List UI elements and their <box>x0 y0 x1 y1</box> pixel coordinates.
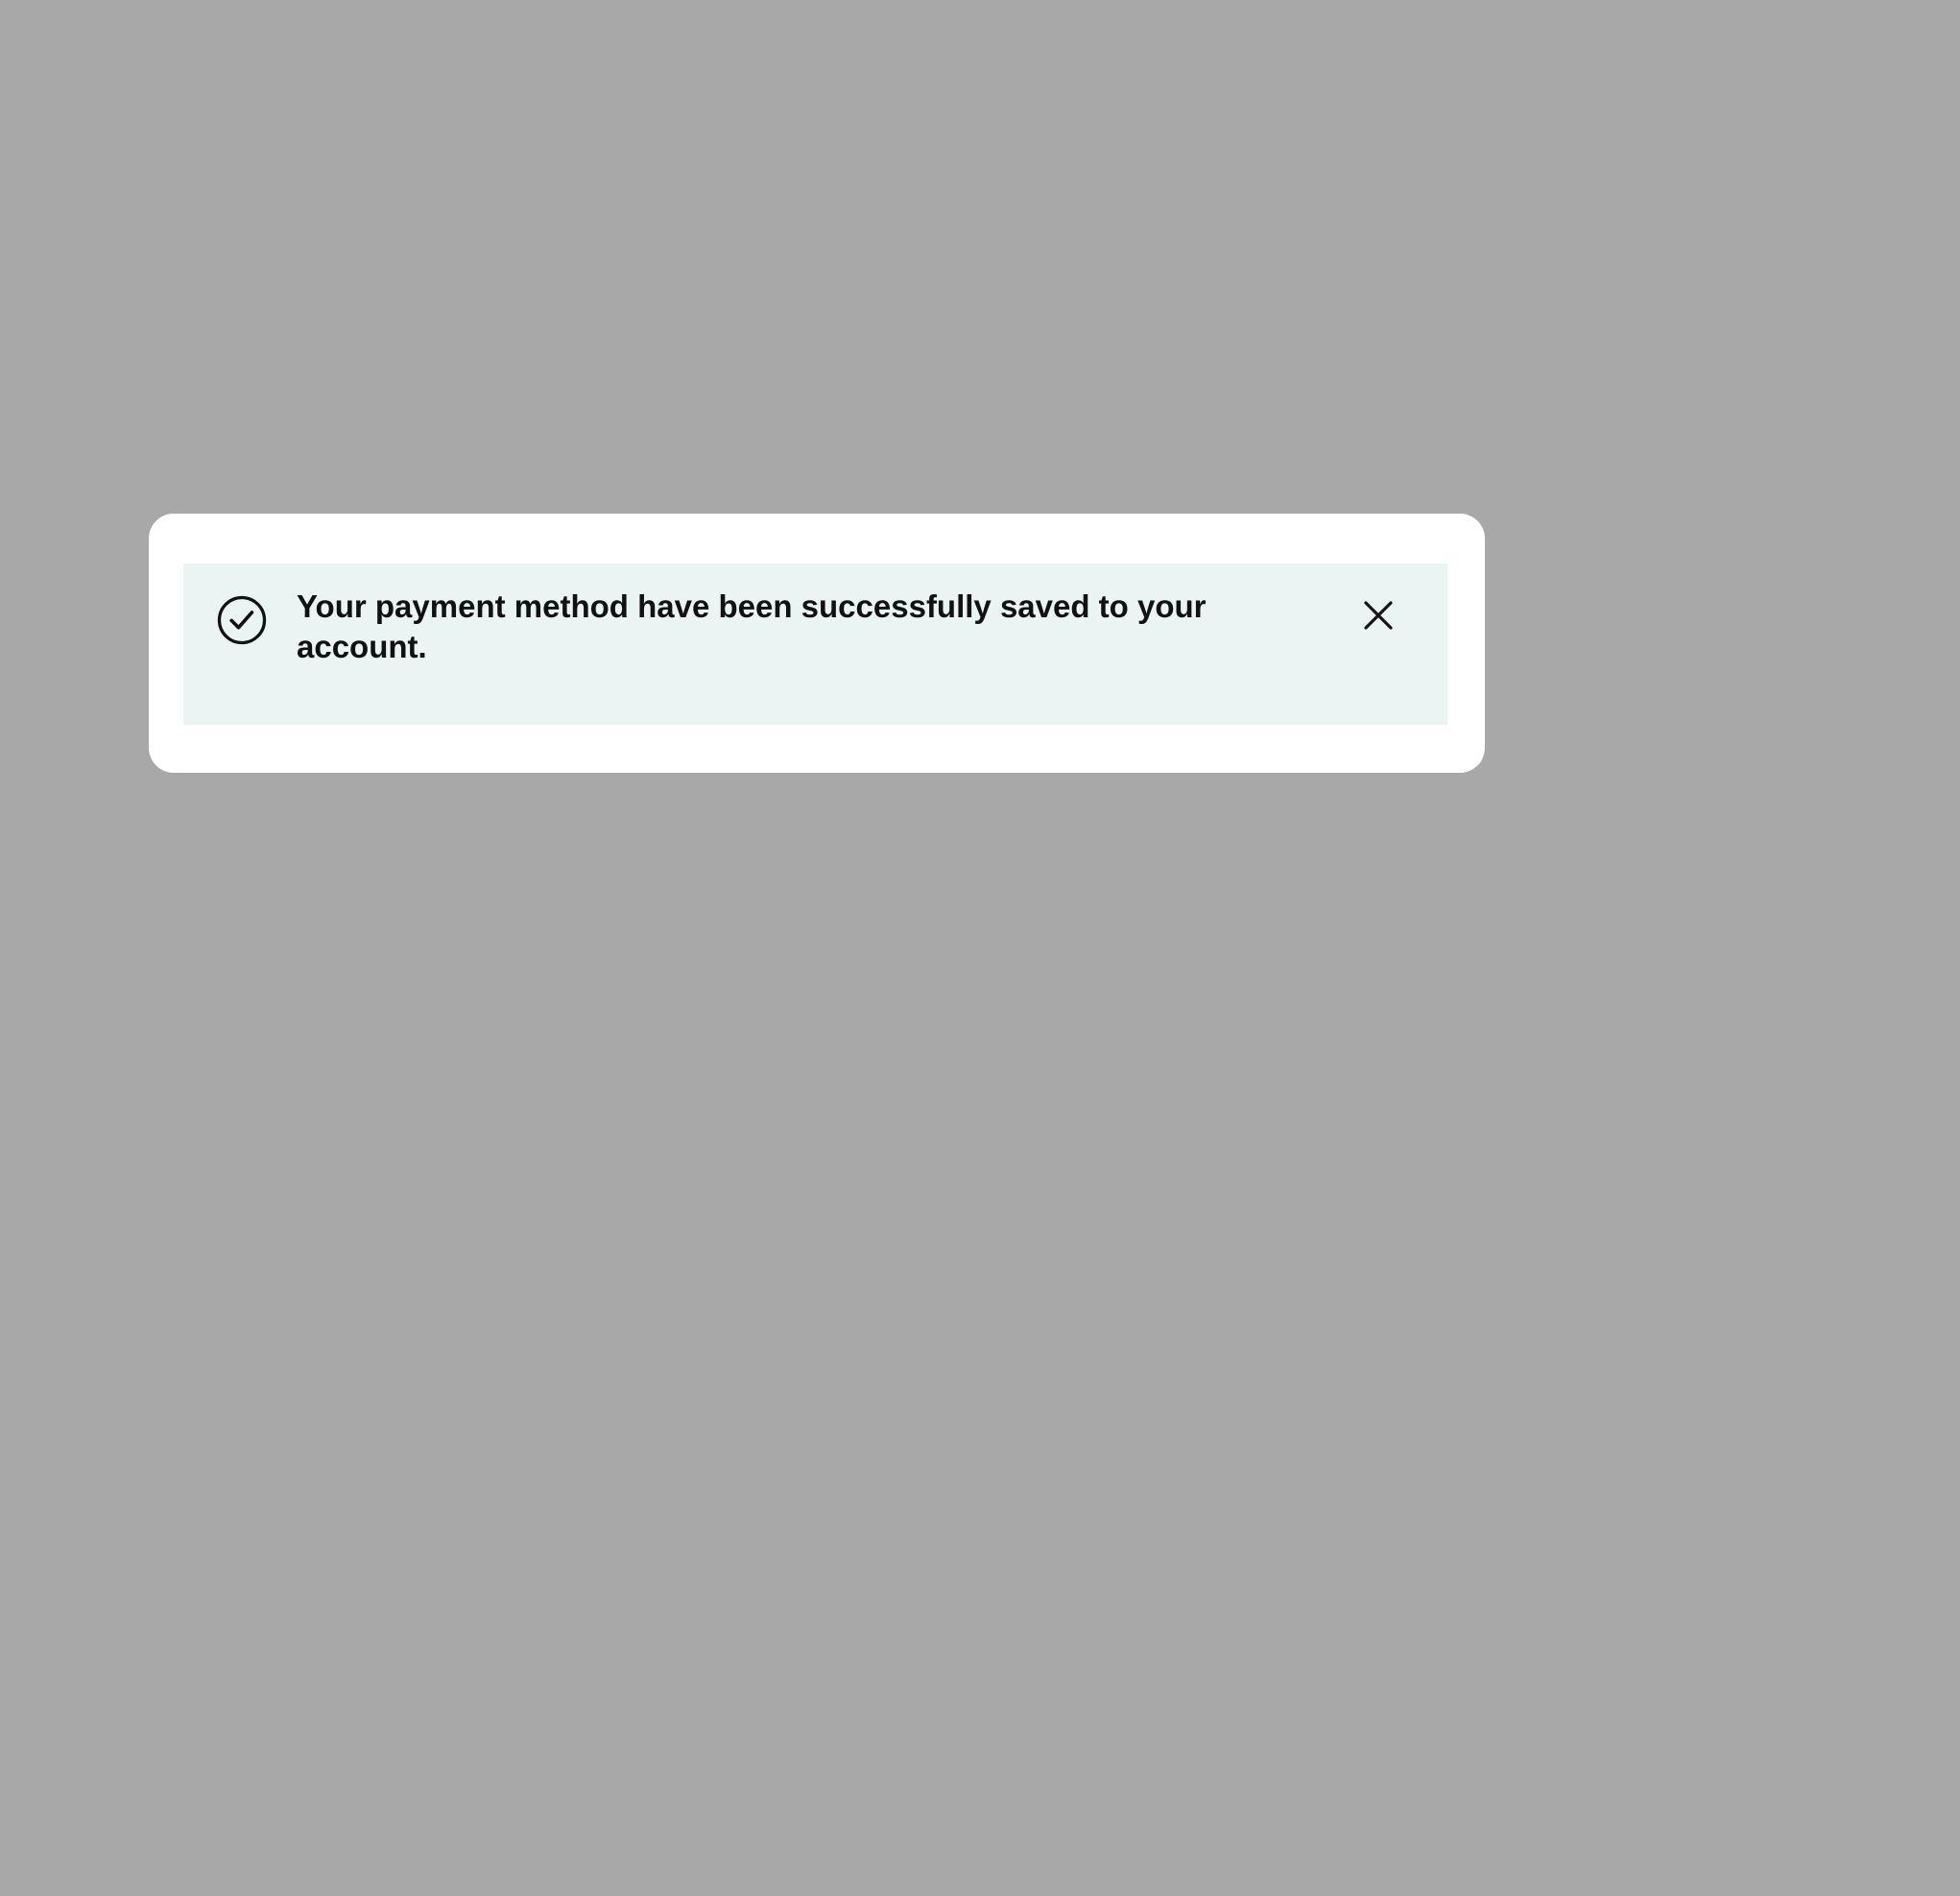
store-credit-amount: $5.00 <box>1372 1355 1451 1390</box>
account-settings-page: Rakuten kobo Home // Account Settings Ac… <box>0 0 1960 1896</box>
logo-kobo-word: kobo <box>414 12 553 78</box>
account-tabs: My Account Payment Information Purchase … <box>175 370 1372 438</box>
store-credit-divider <box>175 1419 1451 1421</box>
gift-balance-icon <box>209 1354 261 1392</box>
rakuten-kobo-logo[interactable]: Rakuten kobo <box>175 12 553 78</box>
logo-rakuten-word: Rakuten <box>175 12 401 78</box>
billing-address-divider <box>175 1800 1451 1802</box>
payment-method-more-options-icon[interactable] <box>1361 998 1437 1036</box>
tab-purchase-history[interactable]: Purchase History <box>816 370 1050 438</box>
dot <box>1394 1012 1404 1022</box>
payment-method-heading: Payment Method <box>175 829 467 870</box>
page-title: Account Settings <box>175 244 578 300</box>
dot <box>1435 1751 1446 1763</box>
visa-bar-top <box>234 996 298 1003</box>
breadcrumb-home-link[interactable]: Home <box>175 175 254 207</box>
billing-address-more-options-icon[interactable] <box>1375 1739 1451 1776</box>
dot <box>1421 1012 1431 1022</box>
breadcrumb-current: Account Settings <box>324 175 562 206</box>
close-icon[interactable] <box>1351 588 1405 642</box>
payment-method-expiration: Expiration: 05/2023 <box>347 1020 605 1054</box>
breadcrumb-separator: // <box>281 175 299 206</box>
tab-payment-information[interactable]: Payment Information <box>421 370 728 438</box>
breadcrumb: Home // Account Settings <box>175 175 562 207</box>
tabs-divider <box>1744 441 1960 443</box>
billing-address-row: Canada, ON, M6R 1L7 <box>175 1718 1451 1795</box>
visa-card-icon: VISA <box>234 991 298 1041</box>
visa-bar-bottom <box>234 1028 298 1035</box>
store-credit-row: Balance $5.00 <box>175 1339 1451 1406</box>
success-alert-message: Your payment method have been successful… <box>297 588 1207 665</box>
location-pin-icon <box>211 1732 250 1782</box>
tab-my-account[interactable]: My Account <box>175 370 333 438</box>
payment-method-details: Visa-1234 Expiration: 05/2023 <box>347 976 604 1055</box>
tab-my-subscriptions[interactable]: My Subscriptions <box>1137 370 1372 438</box>
visa-wordmark: VISA <box>243 1005 289 1027</box>
payment-method-row: VISA Visa-1234 Expiration: 05/2023 <box>175 970 1451 1062</box>
store-credit-note: We will automatically apply your credit … <box>175 1445 981 1475</box>
payment-method-name: Visa-1234 <box>347 976 490 1012</box>
dot <box>1381 1751 1392 1763</box>
store-credit-heading: Store Credit <box>175 1202 384 1242</box>
dot <box>1367 1012 1377 1022</box>
payment-method-divider <box>175 1096 1451 1098</box>
billing-address-value: Canada, ON, M6R 1L7 <box>280 1739 603 1774</box>
billing-address-heading: Billing Address <box>175 1579 442 1620</box>
store-credit-left: Balance <box>175 1354 404 1392</box>
store-credit-label: Balance <box>290 1355 405 1390</box>
gift-base-shape <box>209 1388 261 1392</box>
gift-box-shape <box>227 1367 246 1386</box>
success-alert: Your payment method have been successful… <box>183 564 1447 725</box>
check-circle-icon <box>216 594 268 646</box>
success-modal-card: Your payment method have been successful… <box>149 514 1485 773</box>
dot <box>1408 1751 1419 1763</box>
billing-address-left: Canada, ON, M6R 1L7 <box>175 1732 603 1782</box>
